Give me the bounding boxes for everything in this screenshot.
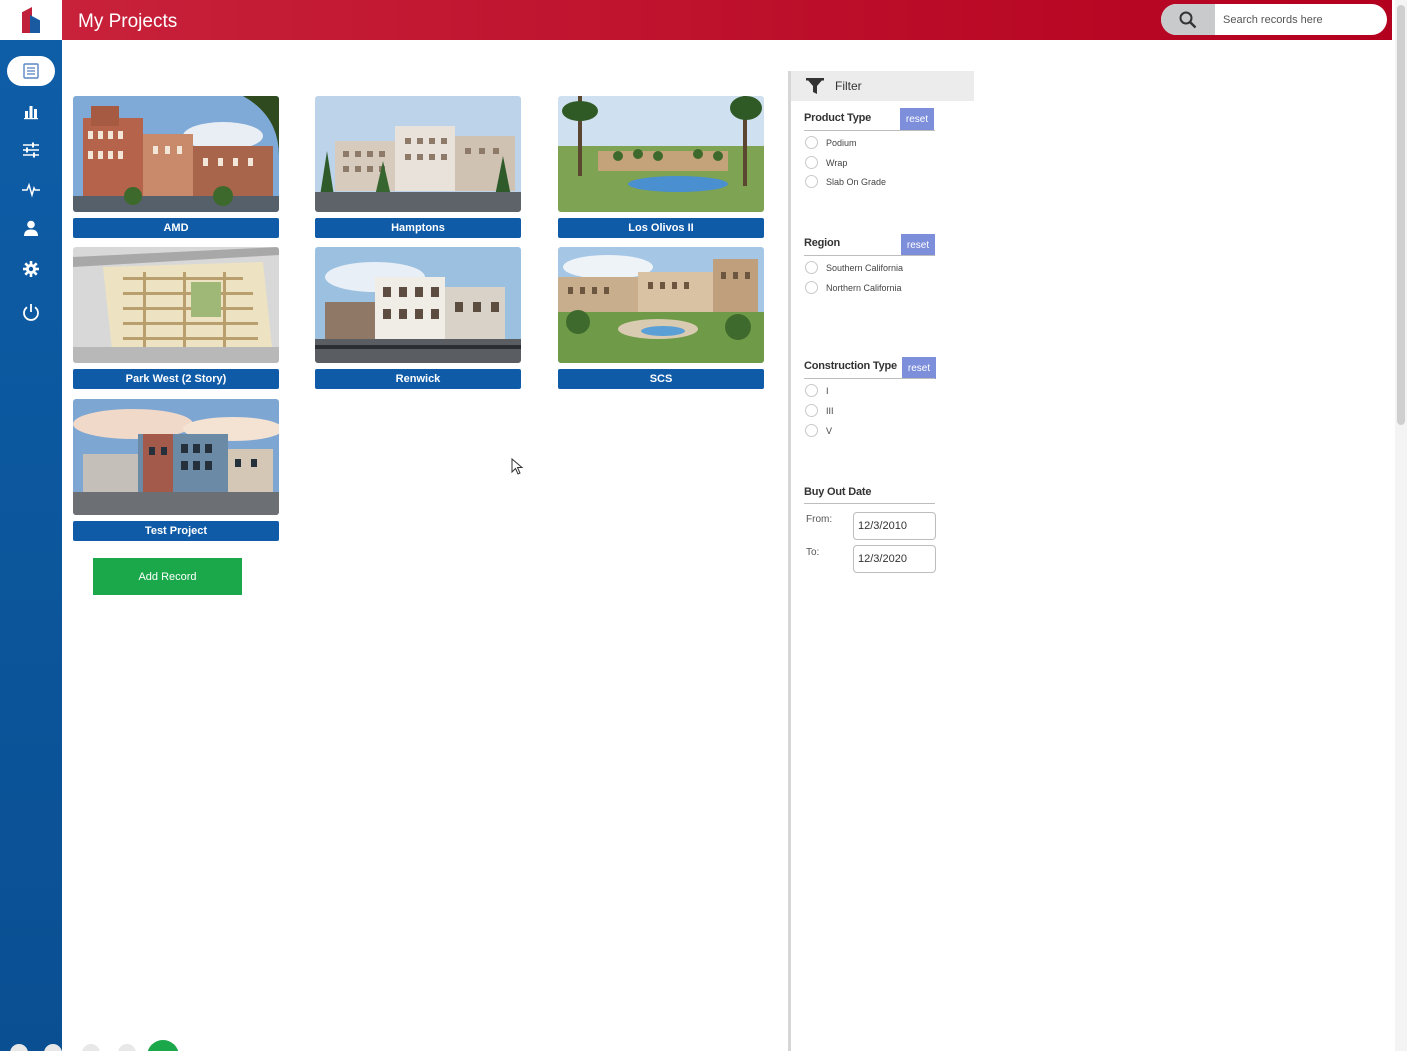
project-card-amd[interactable]: AMD [73, 96, 279, 238]
sidebar-item-reports[interactable] [7, 96, 55, 126]
project-image[interactable] [315, 96, 521, 212]
toolbar-green-button[interactable] [147, 1040, 179, 1051]
region-reset-button[interactable]: reset [901, 234, 935, 256]
project-card-los-olivos-ii[interactable]: Los Olivos II [558, 96, 764, 238]
to-date-input[interactable] [853, 545, 936, 573]
option-podium[interactable]: Podium [805, 136, 857, 149]
project-image[interactable] [73, 96, 279, 212]
radio-button[interactable] [805, 175, 818, 188]
construction-type-reset-button[interactable]: reset [902, 357, 936, 379]
from-date-input[interactable] [853, 512, 936, 540]
project-image[interactable] [315, 247, 521, 363]
radio-button[interactable] [805, 424, 818, 437]
mouse-cursor-icon [511, 458, 524, 475]
project-image[interactable] [558, 247, 764, 363]
option-northern-california[interactable]: Northern California [805, 281, 902, 294]
project-card-renwick[interactable]: Renwick [315, 247, 521, 389]
search-button[interactable] [1161, 4, 1215, 35]
top-header: My Projects [62, 0, 1392, 40]
sidebar-item-activity[interactable] [7, 174, 55, 204]
radio-button[interactable] [805, 156, 818, 169]
search-icon [1179, 11, 1197, 28]
project-name[interactable]: Los Olivos II [558, 218, 764, 238]
divider-line [804, 503, 935, 504]
project-name[interactable]: Hamptons [315, 218, 521, 238]
search-input[interactable] [1217, 4, 1383, 35]
project-card-test-project[interactable]: Test Project [73, 399, 279, 541]
pulse-icon [22, 182, 40, 198]
panel-divider [788, 71, 791, 1051]
construction-type-title: Construction Type [804, 360, 897, 372]
gear-icon [23, 261, 39, 277]
option-wrap[interactable]: Wrap [805, 156, 847, 169]
project-name[interactable]: AMD [73, 218, 279, 238]
project-name[interactable]: Park West (2 Story) [73, 369, 279, 389]
radio-button[interactable] [805, 261, 818, 274]
divider-line [804, 255, 935, 256]
option-type-i[interactable]: I [805, 384, 829, 397]
buy-out-date-title: Buy Out Date [804, 486, 872, 498]
scrollbar-thumb[interactable] [1397, 5, 1405, 425]
search-box[interactable] [1161, 4, 1387, 35]
sidebar-item-settings[interactable] [7, 254, 55, 284]
sidebar [0, 0, 62, 1051]
bottom-toolbar [10, 1040, 200, 1051]
project-image[interactable] [73, 247, 279, 363]
product-type-title: Product Type [804, 112, 872, 124]
product-type-reset-button[interactable]: reset [900, 108, 934, 130]
page-title: My Projects [78, 11, 178, 32]
user-icon [24, 220, 38, 236]
funnel-icon [806, 78, 824, 94]
option-type-v[interactable]: V [805, 424, 832, 437]
region-title: Region [804, 237, 841, 249]
sidebar-item-logout[interactable] [7, 297, 55, 327]
project-name[interactable]: SCS [558, 369, 764, 389]
add-record-button[interactable]: Add Record [93, 558, 242, 595]
divider-line [804, 378, 935, 379]
project-card-hamptons[interactable]: Hamptons [315, 96, 521, 238]
sidebar-item-filters[interactable] [7, 135, 55, 165]
logo[interactable] [0, 0, 62, 40]
option-type-iii[interactable]: III [805, 404, 834, 417]
project-card-park-west[interactable]: Park West (2 Story) [73, 247, 279, 389]
sliders-icon [23, 142, 39, 158]
radio-button[interactable] [805, 136, 818, 149]
radio-button[interactable] [805, 384, 818, 397]
radio-button[interactable] [805, 281, 818, 294]
toolbar-dot[interactable] [82, 1044, 100, 1051]
toolbar-dot[interactable] [10, 1044, 28, 1051]
list-icon [23, 63, 39, 79]
divider-line [804, 130, 935, 131]
bar-chart-icon [24, 106, 38, 120]
filter-title: Filter [835, 79, 862, 93]
option-southern-california[interactable]: Southern California [805, 261, 903, 274]
from-label: From: [806, 514, 833, 525]
sidebar-item-users[interactable] [7, 213, 55, 243]
project-name[interactable]: Test Project [73, 521, 279, 541]
filter-header: Filter [791, 71, 974, 101]
toolbar-dot[interactable] [118, 1044, 136, 1051]
radio-button[interactable] [805, 404, 818, 417]
app-window: My Projects AMD [0, 0, 1407, 1051]
project-card-scs[interactable]: SCS [558, 247, 764, 389]
brand-logo-icon [20, 5, 42, 35]
option-slab-on-grade[interactable]: Slab On Grade [805, 175, 886, 188]
sidebar-item-projects[interactable] [7, 56, 55, 86]
project-name[interactable]: Renwick [315, 369, 521, 389]
to-label: To: [806, 547, 820, 558]
project-image[interactable] [73, 399, 279, 515]
project-image[interactable] [558, 96, 764, 212]
toolbar-dot[interactable] [44, 1044, 62, 1051]
power-icon [23, 304, 39, 321]
